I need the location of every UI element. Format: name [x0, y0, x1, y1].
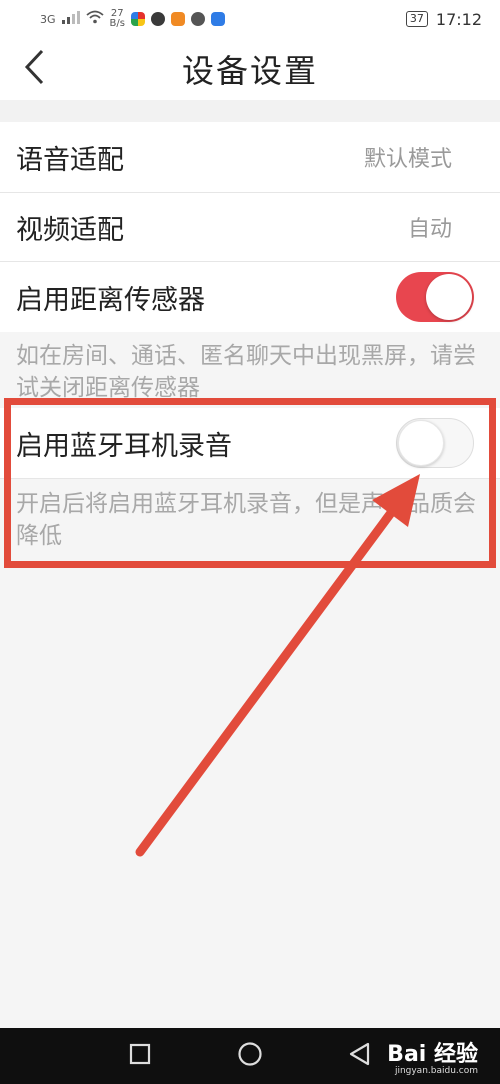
wifi-icon — [85, 10, 104, 28]
setting-video-adapt[interactable]: 视频适配 自动 — [0, 193, 500, 261]
bluetooth-recording-label: 启用蓝牙耳机录音 — [16, 430, 232, 462]
status-right: 37 17:12 — [405, 9, 482, 29]
header: 设备设置 — [0, 38, 500, 100]
proximity-sensor-label: 启用距离传感器 — [16, 284, 205, 316]
network-speed: 27 B/s — [110, 9, 125, 29]
video-adapt-label: 视频适配 — [16, 214, 124, 246]
clock: 17:12 — [435, 9, 482, 29]
proximity-sensor-toggle[interactable] — [396, 272, 474, 322]
toggle-knob — [426, 274, 472, 320]
page-title: 设备设置 — [181, 52, 318, 90]
battery-indicator: 37 — [405, 11, 428, 27]
chevron-left-icon — [23, 49, 45, 89]
divider — [0, 478, 500, 479]
section-gap — [0, 100, 500, 122]
proximity-sensor-description: 如在房间、通话、匿名聊天中出现黑屏，请尝试关闭距离传感器 — [16, 343, 476, 401]
triangle-back-icon — [348, 1042, 372, 1070]
signal-indicator: 3G — [40, 12, 56, 26]
bluetooth-recording-description: 开启后将启用蓝牙耳机录音，但是声音品质会降低 — [16, 491, 476, 549]
app-icon-3 — [170, 12, 185, 26]
voice-adapt-value: 默认模式 — [363, 147, 452, 172]
nav-back-button[interactable] — [340, 1036, 380, 1076]
square-icon — [129, 1043, 151, 1069]
signal-icon — [61, 10, 80, 28]
status-bar: 3G 27 B/s 37 17:12 — [0, 0, 500, 38]
status-left: 3G 27 B/s — [40, 9, 406, 29]
voice-adapt-label: 语音适配 — [16, 144, 124, 176]
home-button[interactable] — [230, 1036, 270, 1076]
app-icon-1 — [130, 12, 145, 26]
setting-bluetooth-recording: 启用蓝牙耳机录音 — [0, 408, 500, 478]
chat-icon — [190, 12, 205, 26]
watermark-main: Bai 经验 — [387, 1042, 478, 1067]
speed-unit: B/s — [109, 18, 125, 29]
video-adapt-value: 自动 — [407, 217, 452, 242]
setting-voice-adapt[interactable]: 语音适配 默认模式 — [0, 122, 500, 192]
setting-proximity-sensor: 启用距离传感器 — [0, 262, 500, 332]
baidu-watermark: Bai 经验 jingyan.baidu.com — [387, 1036, 478, 1076]
app-icon-5 — [210, 12, 225, 26]
watermark-sub: jingyan.baidu.com — [394, 1066, 478, 1076]
recent-apps-button[interactable] — [120, 1036, 160, 1076]
circle-icon — [237, 1041, 263, 1071]
app-icon-2 — [150, 12, 165, 26]
toggle-knob — [398, 420, 444, 466]
back-button[interactable] — [14, 47, 54, 91]
bluetooth-recording-toggle[interactable] — [396, 418, 474, 468]
